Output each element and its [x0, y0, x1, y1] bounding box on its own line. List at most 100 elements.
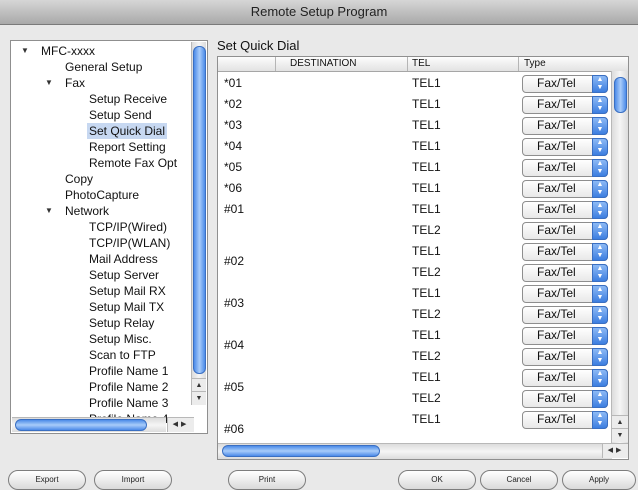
select-stepper-icon[interactable]: ▲ ▼ [592, 390, 608, 408]
table-vertical-scrollbar[interactable] [611, 71, 628, 443]
type-select[interactable]: Fax/Tel ▲ ▼ [522, 138, 608, 156]
tree-item[interactable]: Setup Send [11, 107, 191, 123]
table-row[interactable]: *05 TEL1 Fax/Tel ▲ ▼ [218, 157, 608, 177]
disclosure-triangle-icon[interactable]: ▼ [45, 75, 53, 91]
type-select[interactable]: Fax/Tel ▲ ▼ [522, 264, 608, 282]
tree-item[interactable]: Setup Receive [11, 91, 191, 107]
tree-item[interactable]: Setup Relay [11, 315, 191, 331]
tree-item[interactable]: Profile Name 3 [11, 395, 191, 411]
table-vertical-scroll-thumb[interactable] [614, 77, 627, 113]
table-row[interactable]: #05 TEL1 Fax/Tel ▲ ▼ [218, 367, 608, 394]
select-stepper-icon[interactable]: ▲ ▼ [592, 180, 608, 198]
select-stepper-icon[interactable]: ▲ ▼ [592, 243, 608, 261]
tree-item[interactable]: Setup Server [11, 267, 191, 283]
table-row[interactable]: *03 TEL1 Fax/Tel ▲ ▼ [218, 115, 608, 135]
type-select[interactable]: Fax/Tel ▲ ▼ [522, 285, 608, 303]
tree-item[interactable]: ▼ Network [11, 203, 191, 219]
tree-vertical-scrollbar[interactable] [191, 42, 206, 405]
select-stepper-icon[interactable]: ▲ ▼ [592, 285, 608, 303]
tree-item[interactable]: Setup Mail TX [11, 299, 191, 315]
type-select[interactable]: Fax/Tel ▲ ▼ [522, 222, 608, 240]
tree-item[interactable]: Remote Fax Opt [11, 155, 191, 171]
tree-item[interactable]: ▼ Fax [11, 75, 191, 91]
disclosure-triangle-icon[interactable]: ▼ [45, 203, 53, 219]
tree-item[interactable]: Setup Mail RX [11, 283, 191, 299]
column-header-destination[interactable]: DESTINATION [290, 57, 356, 71]
tree-item[interactable]: PhotoCapture [11, 187, 191, 203]
tree-scroll-down-arrow-icon[interactable]: ▼ [192, 391, 206, 405]
select-stepper-icon[interactable]: ▲ ▼ [592, 222, 608, 240]
table-row[interactable]: TEL2 Fax/Tel ▲ ▼ [218, 388, 608, 408]
type-select[interactable]: Fax/Tel ▲ ▼ [522, 411, 608, 429]
table-row[interactable]: #06 TEL1 Fax/Tel ▲ ▼ [218, 409, 608, 436]
tree-item[interactable]: Profile Name 2 [11, 379, 191, 395]
tree-horizontal-scroll-thumb[interactable] [15, 419, 147, 431]
table-scroll-up-arrow-icon[interactable]: ▲ [612, 415, 628, 429]
tree-vertical-scroll-thumb[interactable] [193, 46, 206, 374]
table-horizontal-scrollbar[interactable] [218, 443, 612, 459]
tree-item[interactable]: TCP/IP(WLAN) [11, 235, 191, 251]
select-stepper-icon[interactable]: ▲ ▼ [592, 348, 608, 366]
table-row[interactable]: #04 TEL1 Fax/Tel ▲ ▼ [218, 325, 608, 352]
table-row[interactable]: #01 TEL1 Fax/Tel ▲ ▼ [218, 199, 608, 219]
tree-item[interactable]: Scan to FTP [11, 347, 191, 363]
table-horizontal-scroll-arrows-icon[interactable]: ◀▶ [602, 443, 628, 458]
tree-item[interactable]: Report Setting [11, 139, 191, 155]
table-row[interactable]: *04 TEL1 Fax/Tel ▲ ▼ [218, 136, 608, 156]
table-row[interactable]: *02 TEL1 Fax/Tel ▲ ▼ [218, 94, 608, 114]
select-stepper-icon[interactable]: ▲ ▼ [592, 327, 608, 345]
tree-item[interactable]: Mail Address [11, 251, 191, 267]
table-horizontal-scroll-thumb[interactable] [222, 445, 380, 457]
tree-item[interactable]: Set Quick Dial [11, 123, 191, 139]
select-stepper-icon[interactable]: ▲ ▼ [592, 306, 608, 324]
select-stepper-icon[interactable]: ▲ ▼ [592, 201, 608, 219]
type-select[interactable]: Fax/Tel ▲ ▼ [522, 306, 608, 324]
type-select[interactable]: Fax/Tel ▲ ▼ [522, 159, 608, 177]
select-stepper-icon[interactable]: ▲ ▼ [592, 159, 608, 177]
apply-button[interactable]: Apply [562, 470, 636, 490]
select-stepper-icon[interactable]: ▲ ▼ [592, 117, 608, 135]
ok-button[interactable]: OK [398, 470, 476, 490]
settings-tree[interactable]: ▼ MFC-xxxx General Setup ▼ Fax Setup Receive S… [10, 40, 208, 434]
select-stepper-icon[interactable]: ▲ ▼ [592, 96, 608, 114]
table-row[interactable]: TEL2 Fax/Tel ▲ ▼ [218, 262, 608, 282]
select-stepper-icon[interactable]: ▲ ▼ [592, 411, 608, 429]
type-select[interactable]: Fax/Tel ▲ ▼ [522, 327, 608, 345]
disclosure-triangle-icon[interactable]: ▼ [21, 43, 29, 59]
type-select[interactable]: Fax/Tel ▲ ▼ [522, 243, 608, 261]
select-stepper-icon[interactable]: ▲ ▼ [592, 264, 608, 282]
column-header-type[interactable]: Type [524, 57, 546, 71]
table-row[interactable]: TEL2 Fax/Tel ▲ ▼ [218, 220, 608, 240]
table-row[interactable]: TEL2 Fax/Tel ▲ ▼ [218, 304, 608, 324]
cancel-button[interactable]: Cancel [480, 470, 558, 490]
table-row[interactable]: TEL2 Fax/Tel ▲ ▼ [218, 346, 608, 366]
tree-item[interactable]: Copy [11, 171, 191, 187]
table-row[interactable]: #02 TEL1 Fax/Tel ▲ ▼ [218, 241, 608, 268]
print-button[interactable]: Print [228, 470, 306, 490]
import-button[interactable]: Import [94, 470, 172, 490]
column-header-tel[interactable]: TEL [412, 57, 430, 71]
select-stepper-icon[interactable]: ▲ ▼ [592, 138, 608, 156]
table-scroll-down-arrow-icon[interactable]: ▼ [612, 428, 628, 442]
tree-horizontal-scrollbar[interactable] [12, 417, 166, 432]
select-stepper-icon[interactable]: ▲ ▼ [592, 369, 608, 387]
type-select[interactable]: Fax/Tel ▲ ▼ [522, 369, 608, 387]
table-row[interactable]: #03 TEL1 Fax/Tel ▲ ▼ [218, 283, 608, 310]
tree-item[interactable]: TCP/IP(Wired) [11, 219, 191, 235]
tree-scroll-up-arrow-icon[interactable]: ▲ [192, 378, 206, 392]
table-row[interactable]: *01 TEL1 Fax/Tel ▲ ▼ [218, 73, 608, 93]
type-select[interactable]: Fax/Tel ▲ ▼ [522, 201, 608, 219]
type-select[interactable]: Fax/Tel ▲ ▼ [522, 348, 608, 366]
tree-horizontal-scroll-arrows-icon[interactable]: ◀▶ [167, 417, 194, 432]
type-select[interactable]: Fax/Tel ▲ ▼ [522, 117, 608, 135]
tree-item[interactable]: Setup Misc. [11, 331, 191, 347]
tree-item[interactable]: General Setup [11, 59, 191, 75]
type-select[interactable]: Fax/Tel ▲ ▼ [522, 96, 608, 114]
type-select[interactable]: Fax/Tel ▲ ▼ [522, 390, 608, 408]
table-row[interactable]: *06 TEL1 Fax/Tel ▲ ▼ [218, 178, 608, 198]
export-button[interactable]: Export [8, 470, 86, 490]
type-select[interactable]: Fax/Tel ▲ ▼ [522, 180, 608, 198]
select-stepper-icon[interactable]: ▲ ▼ [592, 75, 608, 93]
tree-item[interactable]: Profile Name 1 [11, 363, 191, 379]
type-select[interactable]: Fax/Tel ▲ ▼ [522, 75, 608, 93]
